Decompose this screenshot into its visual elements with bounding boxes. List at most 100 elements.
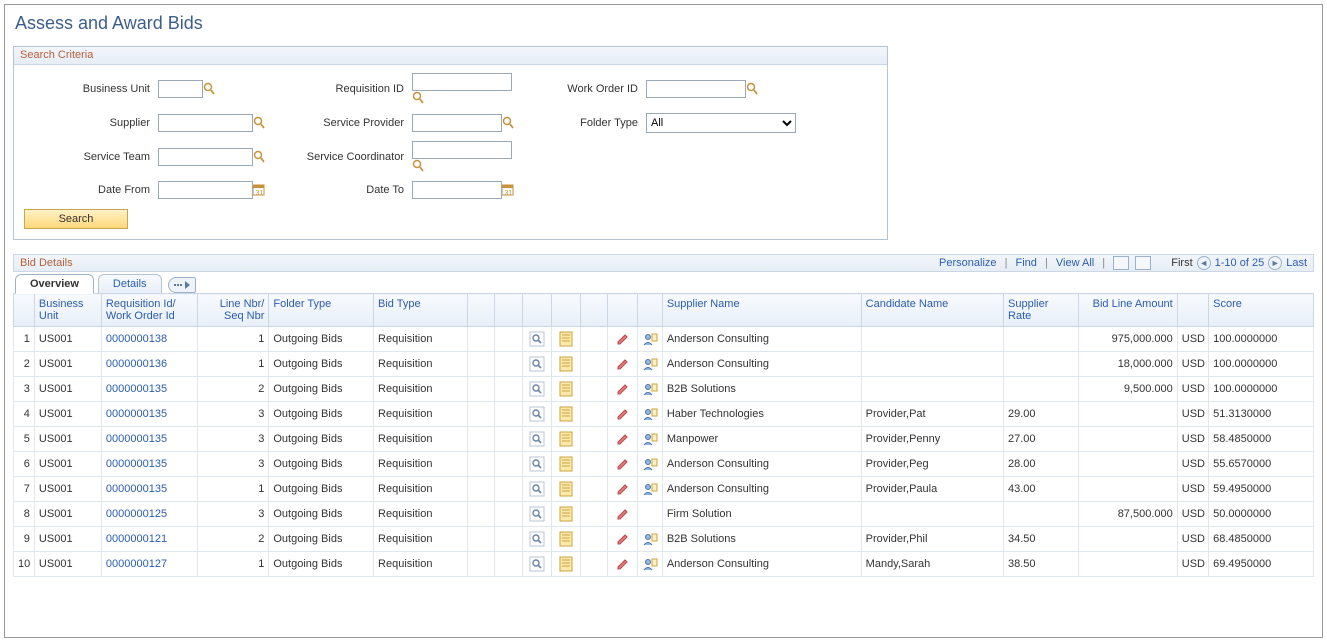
nav-first[interactable]: First xyxy=(1171,257,1192,269)
view-all-link[interactable]: View All xyxy=(1056,257,1094,269)
worksheet-icon[interactable] xyxy=(558,331,574,347)
edit-icon[interactable] xyxy=(615,506,631,522)
cell-line-seq: 3 xyxy=(198,427,269,452)
edit-icon[interactable] xyxy=(615,381,631,397)
calendar-icon[interactable]: 31 xyxy=(502,183,514,197)
lookup-icon[interactable] xyxy=(412,91,424,105)
lookup-icon[interactable] xyxy=(746,82,758,96)
view-details-icon[interactable] xyxy=(529,356,545,372)
requisition-id-input[interactable] xyxy=(412,73,512,91)
label-business-unit: Business Unit xyxy=(24,83,154,95)
lookup-icon[interactable] xyxy=(203,82,215,96)
contact-card-icon[interactable] xyxy=(642,331,658,347)
calendar-icon[interactable]: 31 xyxy=(253,183,265,197)
req-link[interactable]: 0000000135 xyxy=(106,483,167,495)
date-to-input[interactable] xyxy=(412,181,502,199)
worksheet-icon[interactable] xyxy=(558,481,574,497)
nav-last[interactable]: Last xyxy=(1286,257,1307,269)
edit-icon[interactable] xyxy=(615,456,631,472)
download-grid-icon[interactable] xyxy=(1135,256,1151,270)
edit-icon[interactable] xyxy=(615,481,631,497)
req-link[interactable]: 0000000138 xyxy=(106,333,167,345)
req-link[interactable]: 0000000135 xyxy=(106,408,167,420)
lookup-icon[interactable] xyxy=(253,150,265,164)
req-link[interactable]: 0000000135 xyxy=(106,458,167,470)
zoom-grid-icon[interactable] xyxy=(1113,256,1129,270)
find-link[interactable]: Find xyxy=(1016,257,1037,269)
contact-card-icon[interactable] xyxy=(642,531,658,547)
cell-blank xyxy=(495,352,522,377)
lookup-icon[interactable] xyxy=(412,159,424,173)
view-details-icon[interactable] xyxy=(529,406,545,422)
personalize-link[interactable]: Personalize xyxy=(939,257,996,269)
view-details-icon[interactable] xyxy=(529,431,545,447)
col-business-unit[interactable]: Business Unit xyxy=(34,294,101,327)
col-candidate-name[interactable]: Candidate Name xyxy=(861,294,1003,327)
edit-icon[interactable] xyxy=(615,331,631,347)
service-coordinator-input[interactable] xyxy=(412,141,512,159)
col-supplier-rate[interactable]: Supplier Rate xyxy=(1004,294,1079,327)
req-link[interactable]: 0000000125 xyxy=(106,508,167,520)
contact-card-icon[interactable] xyxy=(642,381,658,397)
lookup-icon[interactable] xyxy=(253,116,265,130)
req-link[interactable]: 0000000121 xyxy=(106,533,167,545)
worksheet-icon[interactable] xyxy=(558,431,574,447)
contact-card-icon[interactable] xyxy=(642,456,658,472)
col-line-seq[interactable]: Line Nbr/ Seq Nbr xyxy=(198,294,269,327)
edit-icon[interactable] xyxy=(615,431,631,447)
cell-candidate-name: Provider,Pat xyxy=(861,402,1003,427)
worksheet-icon[interactable] xyxy=(558,531,574,547)
contact-card-icon[interactable] xyxy=(642,481,658,497)
business-unit-input[interactable] xyxy=(158,80,203,98)
tab-overview[interactable]: Overview xyxy=(15,274,94,293)
supplier-input[interactable] xyxy=(158,114,253,132)
date-from-input[interactable] xyxy=(158,181,253,199)
edit-icon[interactable] xyxy=(615,406,631,422)
nav-range[interactable]: 1-10 of 25 xyxy=(1215,257,1265,269)
view-details-icon[interactable] xyxy=(529,381,545,397)
nav-next-icon[interactable]: ► xyxy=(1268,256,1282,270)
work-order-id-input[interactable] xyxy=(646,80,746,98)
view-details-icon[interactable] xyxy=(529,556,545,572)
service-provider-input[interactable] xyxy=(412,114,502,132)
contact-card-icon[interactable] xyxy=(642,431,658,447)
edit-icon[interactable] xyxy=(615,556,631,572)
col-req-wo[interactable]: Requisition Id/ Work Order Id xyxy=(101,294,197,327)
worksheet-icon[interactable] xyxy=(558,356,574,372)
req-link[interactable]: 0000000127 xyxy=(106,558,167,570)
contact-card-icon[interactable] xyxy=(642,356,658,372)
cell-currency: USD xyxy=(1177,452,1208,477)
worksheet-icon[interactable] xyxy=(558,381,574,397)
view-details-icon[interactable] xyxy=(529,506,545,522)
view-details-icon[interactable] xyxy=(529,331,545,347)
lookup-icon[interactable] xyxy=(502,116,514,130)
search-button[interactable]: Search xyxy=(24,209,128,229)
worksheet-icon[interactable] xyxy=(558,556,574,572)
req-link[interactable]: 0000000135 xyxy=(106,383,167,395)
contact-card-icon[interactable] xyxy=(642,556,658,572)
view-details-icon[interactable] xyxy=(529,456,545,472)
tab-show-all-icon[interactable] xyxy=(168,277,196,293)
page-title: Assess and Award Bids xyxy=(15,13,1314,34)
contact-card-icon[interactable] xyxy=(642,406,658,422)
worksheet-icon[interactable] xyxy=(558,406,574,422)
worksheet-icon[interactable] xyxy=(558,456,574,472)
service-team-input[interactable] xyxy=(158,148,253,166)
edit-icon[interactable] xyxy=(615,531,631,547)
tab-details[interactable]: Details xyxy=(98,274,162,293)
col-bid-line-amount[interactable]: Bid Line Amount xyxy=(1079,294,1177,327)
col-supplier-name[interactable]: Supplier Name xyxy=(662,294,861,327)
col-folder-type[interactable]: Folder Type xyxy=(269,294,374,327)
svg-text:31: 31 xyxy=(256,190,264,197)
folder-type-select[interactable]: All xyxy=(646,113,796,133)
req-link[interactable]: 0000000135 xyxy=(106,433,167,445)
req-link[interactable]: 0000000136 xyxy=(106,358,167,370)
cell-bid-line-amount xyxy=(1079,552,1177,577)
view-details-icon[interactable] xyxy=(529,481,545,497)
col-bid-type[interactable]: Bid Type xyxy=(374,294,468,327)
view-details-icon[interactable] xyxy=(529,531,545,547)
nav-prev-icon[interactable]: ◄ xyxy=(1197,256,1211,270)
edit-icon[interactable] xyxy=(615,356,631,372)
worksheet-icon[interactable] xyxy=(558,506,574,522)
col-score[interactable]: Score xyxy=(1209,294,1314,327)
